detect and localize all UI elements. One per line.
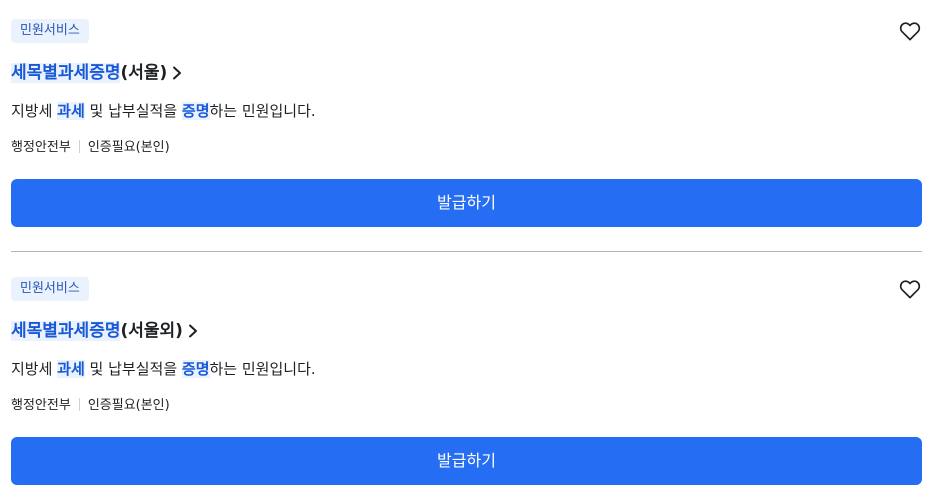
category-badge: 민원서비스 [11, 277, 89, 301]
desc-keyword: 과세 [57, 102, 85, 120]
title-highlight: 세목별과세증명 [11, 321, 121, 341]
desc-text: 지방세 [11, 360, 58, 378]
title-suffix: (서울) [120, 63, 168, 83]
heart-outline-icon [899, 279, 921, 299]
category-badge: 민원서비스 [11, 19, 89, 43]
chevron-right-icon [171, 66, 183, 80]
organization-label: 행정안전부 [11, 140, 71, 155]
service-meta: 행정안전부 인증필요(본인) [11, 138, 170, 158]
meta-divider [78, 398, 80, 411]
service-description: 지방세 과세 및 납부실적을 증명하는 민원입니다. [11, 356, 316, 382]
service-meta: 행정안전부 인증필요(본인) [11, 396, 170, 416]
favorite-button[interactable] [899, 21, 921, 41]
chevron-right-icon [187, 324, 199, 338]
service-card: 민원서비스 세목별과세증명(서울외) 지방세 과세 및 납부실적을 증명하는 민… [0, 258, 933, 504]
desc-keyword: 증명 [181, 360, 210, 378]
service-description: 지방세 과세 및 납부실적을 증명하는 민원입니다. [11, 98, 316, 124]
desc-text: 및 납부실적을 [84, 102, 182, 120]
organization-label: 행정안전부 [11, 398, 71, 413]
desc-keyword: 과세 [57, 360, 85, 378]
favorite-button[interactable] [899, 279, 921, 299]
service-title-link[interactable]: 세목별과세증명(서울외) [11, 316, 199, 346]
desc-text: 및 납부실적을 [84, 360, 182, 378]
title-suffix: (서울외) [120, 321, 183, 341]
desc-keyword: 증명 [181, 102, 210, 120]
heart-outline-icon [899, 21, 921, 41]
service-title-link[interactable]: 세목별과세증명(서울) [11, 58, 183, 88]
auth-requirement-label: 인증필요(본인) [87, 398, 170, 413]
issue-button[interactable]: 발급하기 [11, 179, 922, 227]
desc-text: 하는 민원입니다. [209, 102, 316, 120]
title-highlight: 세목별과세증명 [11, 63, 121, 83]
desc-text: 지방세 [11, 102, 58, 120]
auth-requirement-label: 인증필요(본인) [87, 140, 170, 155]
meta-divider [78, 140, 80, 153]
issue-button[interactable]: 발급하기 [11, 437, 922, 485]
card-divider [11, 251, 922, 252]
desc-text: 하는 민원입니다. [209, 360, 316, 378]
service-card: 민원서비스 세목별과세증명(서울) 지방세 과세 및 납부실적을 증명하는 민원… [0, 0, 933, 252]
